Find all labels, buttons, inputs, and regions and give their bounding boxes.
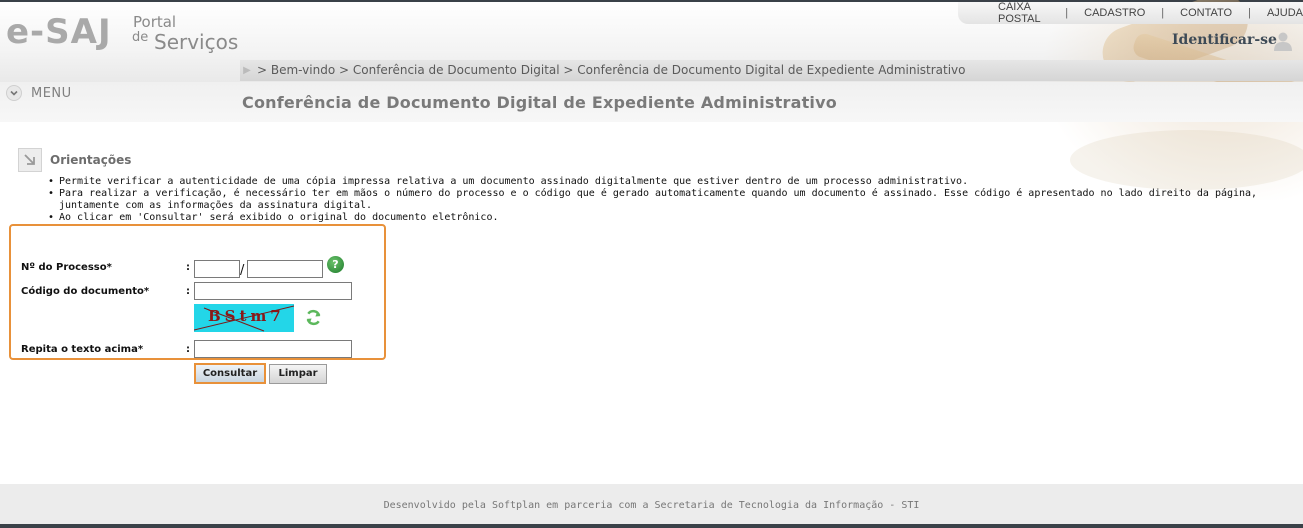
list-item: Permite verificar a autenticidade de uma… <box>48 176 1278 188</box>
page-root: e-SAJ Portal de Serviços CAIXA POSTAL | … <box>0 0 1303 528</box>
codigo-label: Código do documento* <box>21 286 150 297</box>
menu-bar: MENU Conferência de Documento Digital de… <box>0 82 1303 122</box>
topnav-separator: | <box>1161 7 1165 19</box>
help-icon[interactable]: ? <box>327 256 344 273</box>
logo-servicos: Serviços <box>154 30 239 54</box>
captcha-input[interactable] <box>194 340 352 358</box>
orientacoes-header: Orientações <box>18 148 131 172</box>
refresh-captcha-icon[interactable] <box>304 308 323 327</box>
processo-label: Nº do Processo* <box>21 262 112 273</box>
breadcrumb-bar: ▶ > Bem-vindo > Conferência de Documento… <box>240 60 1303 81</box>
chevron-down-icon <box>6 85 22 101</box>
repita-label: Repita o texto acima* <box>21 344 144 355</box>
header: e-SAJ Portal de Serviços CAIXA POSTAL | … <box>0 0 1303 200</box>
footer: Desenvolvido pela Softplan em parceria c… <box>0 484 1303 528</box>
codigo-documento-input[interactable] <box>194 282 352 300</box>
logo-de: de <box>132 30 149 45</box>
colon: : <box>186 262 190 273</box>
esaj-logo[interactable]: e-SAJ Portal de Serviços <box>6 10 246 60</box>
menu-toggle[interactable]: MENU <box>6 84 72 102</box>
logo-brand: e-SAJ <box>6 12 112 52</box>
list-item: Para realizar a verificação, é necessári… <box>48 188 1278 212</box>
bottom-border <box>0 524 1303 528</box>
topnav-cadastro[interactable]: CADASTRO <box>1084 7 1145 19</box>
breadcrumb-arrow-icon: ▶ <box>243 65 251 76</box>
breadcrumb[interactable]: > Bem-vindo > Conferência de Documento D… <box>257 60 966 81</box>
consultar-button[interactable]: Consultar <box>194 363 266 384</box>
orientacoes-title: Orientações <box>50 153 132 167</box>
footer-text: Desenvolvido pela Softplan em parceria c… <box>383 500 920 511</box>
processo-year-input[interactable] <box>247 260 323 278</box>
captcha-image: BStm7 <box>194 304 294 332</box>
processo-separator: / <box>240 263 245 278</box>
topnav-caixa-postal[interactable]: CAIXA POSTAL <box>998 1 1049 25</box>
topnav-contato[interactable]: CONTATO <box>1180 7 1232 19</box>
colon: : <box>186 344 190 355</box>
orientacoes-list: Permite verificar a autenticidade de uma… <box>48 176 1278 224</box>
identify-link[interactable]: Identificar-se <box>1172 32 1277 48</box>
topnav-separator: | <box>1248 7 1251 19</box>
topnav-separator: | <box>1065 7 1069 19</box>
arrow-down-right-icon <box>18 148 42 172</box>
captcha-text: BStm7 <box>208 307 285 325</box>
topnav-ajuda[interactable]: AJUDA <box>1267 7 1303 19</box>
limpar-button[interactable]: Limpar <box>269 364 327 384</box>
processo-number-input[interactable] <box>194 260 240 278</box>
page-title: Conferência de Documento Digital de Expe… <box>242 93 837 112</box>
menu-label: MENU <box>31 85 72 101</box>
user-icon[interactable] <box>1272 30 1294 52</box>
colon: : <box>186 286 190 297</box>
top-navigation: CAIXA POSTAL | CADASTRO | CONTATO | AJUD… <box>958 1 1303 25</box>
logo-portal: Portal <box>133 13 177 31</box>
list-item: Ao clicar em 'Consultar' será exibido o … <box>48 212 1278 224</box>
